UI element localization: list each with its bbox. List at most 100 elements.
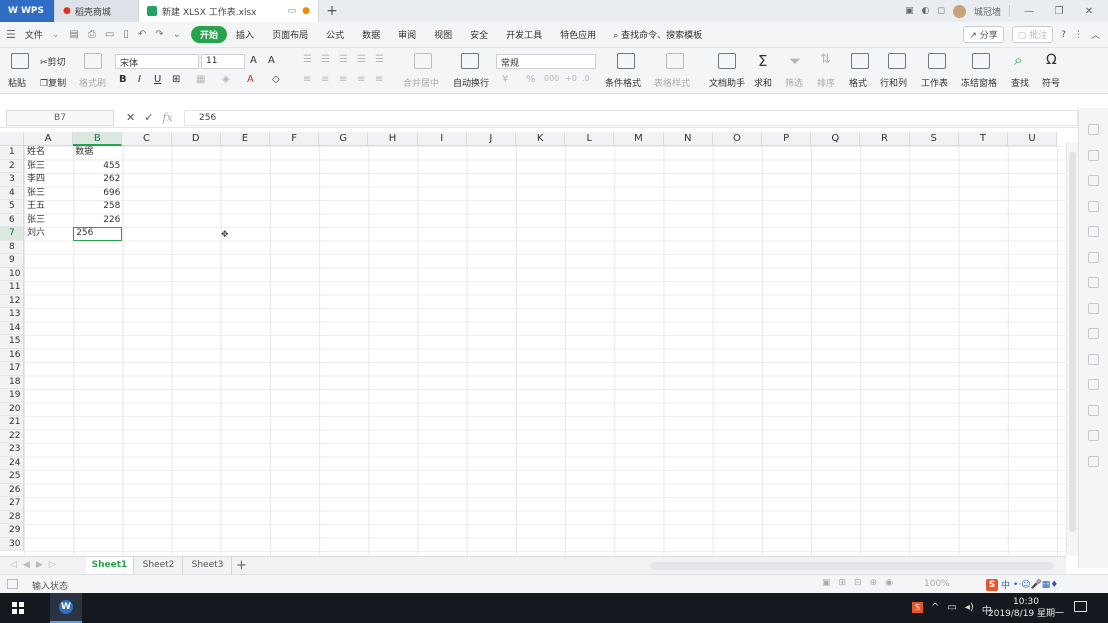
menu-icon[interactable]: ☰ <box>6 28 16 41</box>
column-header-p[interactable]: P <box>762 132 812 146</box>
fill-color-icon[interactable]: ◈ <box>222 74 230 85</box>
taskbar-wps-app[interactable]: W <box>50 593 82 623</box>
copy-button[interactable]: ❐复制 <box>40 76 66 89</box>
row-header-28[interactable]: 28 <box>0 510 24 524</box>
tab-home[interactable]: 开始 <box>191 26 228 43</box>
column-header-u[interactable]: U <box>1008 132 1058 146</box>
bag-icon[interactable]: ◻ <box>938 6 945 16</box>
wps-home-tab[interactable]: W WPS <box>0 0 55 22</box>
active-cell-b7[interactable]: 256 <box>73 227 123 241</box>
share-button[interactable]: ↗ 分享 <box>963 26 1004 43</box>
row-header-14[interactable]: 14 <box>0 321 24 335</box>
status-icon[interactable] <box>7 579 18 589</box>
font-size-select[interactable]: 11 <box>201 54 245 69</box>
edit-icon[interactable] <box>1088 328 1099 339</box>
windows-start-icon[interactable] <box>12 602 24 614</box>
row-header-4[interactable]: 4 <box>0 186 24 200</box>
percent-icon[interactable]: % <box>526 74 536 85</box>
format-painter-icon[interactable] <box>84 53 102 69</box>
cell-a1[interactable]: 姓名 <box>25 146 73 160</box>
find-icon[interactable]: ⌕ <box>1014 51 1022 69</box>
wrap-text-icon[interactable] <box>461 53 479 69</box>
tab-formulas[interactable]: 公式 <box>317 28 353 41</box>
collapse-pane-icon[interactable] <box>1088 124 1099 135</box>
chevron-down-icon[interactable]: ⌄ <box>52 30 60 40</box>
outdent-icon[interactable]: ☰ <box>375 54 384 65</box>
row-header-5[interactable]: 5 <box>0 200 24 214</box>
collapse-ribbon-icon[interactable]: ︿ <box>1091 28 1100 41</box>
cell-a2[interactable]: 张三 <box>25 160 73 174</box>
font-color-icon[interactable]: A <box>247 74 254 85</box>
volume-icon[interactable]: ◂) <box>965 602 974 617</box>
filter-button[interactable]: 筛选 <box>785 76 803 89</box>
symbol-button[interactable]: 符号 <box>1042 76 1060 89</box>
row-header-25[interactable]: 25 <box>0 470 24 484</box>
column-header-b[interactable]: B <box>73 132 123 146</box>
column-header-l[interactable]: L <box>565 132 615 146</box>
tab-security[interactable]: 安全 <box>461 28 497 41</box>
filter-icon[interactable]: ⏷ <box>789 52 801 70</box>
column-header-t[interactable]: T <box>958 132 1008 146</box>
column-header-j[interactable]: J <box>466 132 516 146</box>
format-button[interactable]: 格式 <box>849 76 867 89</box>
sort-button[interactable]: 排序 <box>817 76 835 89</box>
ime-mode[interactable]: 中 <box>1001 578 1010 591</box>
omega-icon[interactable]: Ω <box>1046 52 1057 68</box>
row-header-18[interactable]: 18 <box>0 375 24 389</box>
align-center-icon[interactable]: ≡ <box>321 74 329 85</box>
scrollbar-thumb[interactable] <box>1069 152 1076 532</box>
zoom-level[interactable]: 100% <box>924 579 950 589</box>
shape-icon[interactable] <box>1088 200 1099 212</box>
align-top-icon[interactable]: ☰ <box>303 54 312 65</box>
format-icon[interactable] <box>851 53 869 69</box>
user-name[interactable]: 城冠墙 <box>974 5 1001 18</box>
cell-a5[interactable]: 王五 <box>25 200 73 214</box>
clock[interactable]: 10:30 2019/8/19 星期一 <box>988 596 1064 620</box>
cell-b2[interactable]: 455 <box>73 160 122 174</box>
align-right-icon[interactable]: ≡ <box>339 74 347 85</box>
tab-developer[interactable]: 开发工具 <box>497 28 551 41</box>
align-left-icon[interactable]: ≡ <box>303 74 311 85</box>
paste-button[interactable]: 粘贴 <box>8 76 26 89</box>
row-header-11[interactable]: 11 <box>0 281 24 295</box>
vertical-scrollbar[interactable] <box>1066 142 1078 556</box>
tab-options-icon[interactable]: ▭ <box>288 6 297 16</box>
print-preview-icon[interactable]: ⎙ <box>88 29 96 40</box>
row-header-10[interactable]: 10 <box>0 267 24 281</box>
number-format-select[interactable]: 常规 <box>496 54 596 69</box>
row-header-13[interactable]: 13 <box>0 308 24 322</box>
row-header-3[interactable]: 3 <box>0 173 24 187</box>
fill-pattern-icon[interactable]: ▦ <box>196 74 205 85</box>
history-icon[interactable] <box>1088 404 1099 416</box>
decrease-decimal-icon[interactable]: .0 <box>582 74 590 83</box>
column-header-d[interactable]: D <box>171 132 221 146</box>
cell-a6[interactable]: 张三 <box>25 214 73 228</box>
window-layout-icon[interactable]: ▣ <box>905 6 914 16</box>
sheet-tab-2[interactable]: Sheet2 <box>135 557 183 574</box>
sogou-tray-icon[interactable]: S <box>912 602 923 613</box>
horizontal-scrollbar[interactable] <box>650 562 1054 570</box>
row-header-27[interactable]: 27 <box>0 497 24 511</box>
underline-icon[interactable]: U <box>154 74 161 85</box>
image-icon[interactable] <box>1088 226 1099 237</box>
column-header-q[interactable]: Q <box>811 132 861 146</box>
ime-tools-icon[interactable]: •·☺🎤▦♦ <box>1013 580 1058 590</box>
row-header-15[interactable]: 15 <box>0 335 24 349</box>
document-tab[interactable]: 新建 XLSX 工作表.xlsx ▭ ● <box>139 0 319 22</box>
increase-decimal-icon[interactable]: +0 <box>565 74 577 83</box>
row-header-24[interactable]: 24 <box>0 456 24 470</box>
select-all-corner[interactable] <box>0 132 24 146</box>
file-menu[interactable]: 文件 <box>16 28 52 41</box>
cell-b5[interactable]: 258 <box>73 200 122 214</box>
store-tab[interactable]: ● 稻壳商城 <box>55 0 139 22</box>
row-header-2[interactable]: 2 <box>0 159 24 173</box>
indent-icon[interactable]: ☰ <box>357 54 366 65</box>
property-icon[interactable] <box>1088 302 1099 314</box>
row-header-30[interactable]: 30 <box>0 537 24 551</box>
worksheet-icon[interactable] <box>928 53 946 69</box>
row-header-16[interactable]: 16 <box>0 348 24 362</box>
sort-icon[interactable]: ⇅ <box>820 52 831 67</box>
cell-a4[interactable]: 张三 <box>25 187 73 201</box>
tab-page-layout[interactable]: 页面布局 <box>263 28 317 41</box>
row-header-22[interactable]: 22 <box>0 429 24 443</box>
